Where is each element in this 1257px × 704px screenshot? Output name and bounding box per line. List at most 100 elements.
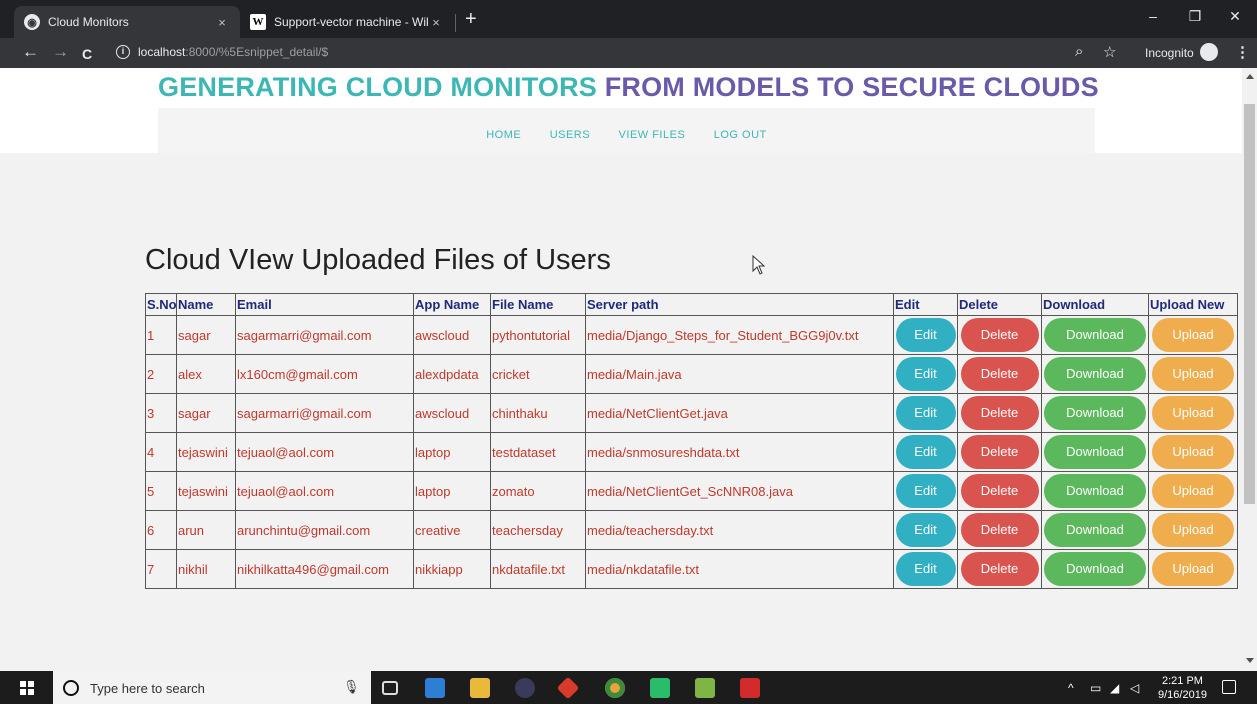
pycharm-icon[interactable]: [650, 678, 670, 698]
download-button[interactable]: Download: [1044, 396, 1146, 430]
upload-button[interactable]: Upload: [1152, 513, 1234, 547]
edit-button[interactable]: Edit: [895, 435, 956, 469]
upload-button[interactable]: Upload: [1152, 435, 1234, 469]
edit-button[interactable]: Edit: [895, 357, 956, 391]
upload-button[interactable]: Upload: [1152, 474, 1234, 508]
download-button[interactable]: Download: [1044, 513, 1146, 547]
edit-button[interactable]: Edit: [895, 552, 956, 586]
minimize-button[interactable]: –: [1143, 8, 1163, 24]
uploaded-files-table: S.No Name Email App Name File Name Serve…: [145, 293, 1238, 589]
table-header-row: S.No Name Email App Name File Name Serve…: [145, 293, 1238, 316]
edit-button[interactable]: Edit: [895, 396, 956, 430]
cell-sno: 6: [145, 510, 177, 550]
upload-button[interactable]: Upload: [1152, 396, 1234, 430]
upload-button[interactable]: Upload: [1152, 552, 1234, 586]
delete-button[interactable]: Delete: [960, 396, 1039, 430]
acrobat-icon[interactable]: [740, 678, 760, 698]
table-row: 5 tejaswini tejuaol@aol.com laptop zomat…: [145, 471, 1238, 511]
notepad-plus-icon[interactable]: [695, 678, 715, 698]
task-view-icon[interactable]: [382, 681, 398, 695]
edit-button[interactable]: Edit: [895, 318, 956, 352]
cell-sno: 7: [145, 549, 177, 589]
nav-view-files[interactable]: VIEW FILES: [619, 129, 686, 141]
tray-expand-icon[interactable]: ^: [1068, 681, 1074, 695]
battery-icon[interactable]: ▭: [1090, 681, 1101, 695]
scroll-up-icon[interactable]: [1246, 74, 1254, 79]
wifi-icon[interactable]: ◢: [1110, 681, 1119, 695]
vscode-icon[interactable]: [425, 678, 445, 698]
info-icon[interactable]: i: [116, 45, 130, 59]
table-row: 7 nikhil nikhilkatta496@gmail.com nikkia…: [145, 549, 1238, 589]
menu-icon[interactable]: ⋮: [1235, 43, 1250, 61]
cell-file-name: cricket: [490, 354, 586, 394]
delete-button[interactable]: Delete: [960, 318, 1039, 352]
reload-button[interactable]: C: [82, 45, 92, 63]
cell-upload: Upload: [1148, 471, 1238, 511]
notification-icon[interactable]: [1222, 680, 1236, 694]
delete-button[interactable]: Delete: [960, 552, 1039, 586]
browser-toolbar: ← → C i localhost:8000/%5Esnippet_detail…: [0, 38, 1257, 68]
clock-time: 2:21 PM: [1161, 675, 1203, 687]
taskbar-search-box[interactable]: Type here to search 🎙: [53, 671, 371, 704]
file-explorer-icon[interactable]: [470, 678, 490, 698]
back-button[interactable]: ←: [22, 43, 39, 61]
cell-email: tejuaol@aol.com: [235, 432, 414, 472]
delete-button[interactable]: Delete: [960, 474, 1039, 508]
cell-email: tejuaol@aol.com: [235, 471, 414, 511]
windows-start-icon[interactable]: [20, 681, 34, 695]
zoom-icon[interactable]: ⌕: [1075, 43, 1083, 60]
forward-button[interactable]: →: [52, 43, 69, 61]
download-button[interactable]: Download: [1044, 357, 1146, 391]
close-icon[interactable]: ×: [428, 15, 444, 30]
cell-server-path: media/NetClientGet_ScNNR08.java: [585, 471, 894, 511]
cell-download: Download: [1041, 354, 1149, 394]
taskbar-clock[interactable]: 2:21 PM 9/16/2019: [1158, 674, 1207, 702]
upload-button[interactable]: Upload: [1152, 357, 1234, 391]
eclipse-icon[interactable]: [515, 678, 535, 698]
cell-sno: 3: [145, 393, 177, 433]
incognito-icon[interactable]: [1200, 43, 1218, 61]
nav-log-out[interactable]: LOG OUT: [714, 129, 767, 141]
cell-file-name: pythontutorial: [490, 315, 586, 355]
page-scrollbar[interactable]: [1242, 68, 1257, 671]
restore-button[interactable]: ❐: [1185, 8, 1205, 25]
new-tab-button[interactable]: +: [465, 9, 477, 29]
delete-button[interactable]: Delete: [960, 513, 1039, 547]
nav-users[interactable]: USERS: [550, 129, 590, 141]
upload-button[interactable]: Upload: [1152, 318, 1234, 352]
download-button[interactable]: Download: [1044, 474, 1146, 508]
col-email: Email: [235, 293, 414, 316]
cell-name: nikhil: [176, 549, 236, 589]
download-button[interactable]: Download: [1044, 552, 1146, 586]
close-icon[interactable]: ×: [214, 15, 230, 30]
edit-button[interactable]: Edit: [895, 474, 956, 508]
tab-cloud-monitors[interactable]: ◉ Cloud Monitors ×: [14, 6, 240, 38]
edit-button[interactable]: Edit: [895, 513, 956, 547]
download-button[interactable]: Download: [1044, 318, 1146, 352]
tab-support-vector-machine[interactable]: W Support-vector machine - Wikipe ×: [240, 6, 454, 38]
scroll-thumb[interactable]: [1244, 104, 1255, 504]
col-name: Name: [176, 293, 236, 316]
address-bar[interactable]: localhost:8000/%5Esnippet_detail/$: [138, 45, 328, 59]
page-heading: Cloud VIew Uploaded Files of Users: [145, 244, 611, 276]
chrome-icon[interactable]: [605, 678, 625, 698]
cell-download: Download: [1041, 549, 1149, 589]
tab-title: Support-vector machine - Wikipe: [274, 15, 428, 29]
download-button[interactable]: Download: [1044, 435, 1146, 469]
star-icon[interactable]: ☆: [1103, 43, 1116, 61]
cortana-icon: [63, 680, 79, 696]
delete-button[interactable]: Delete: [960, 435, 1039, 469]
nav-home[interactable]: HOME: [486, 129, 521, 141]
volume-icon[interactable]: ◁: [1130, 681, 1139, 695]
microphone-icon[interactable]: 🎙: [343, 679, 360, 695]
scroll-down-icon[interactable]: [1246, 658, 1254, 663]
delete-button[interactable]: Delete: [960, 357, 1039, 391]
incognito-label: Incognito: [1145, 46, 1194, 60]
cell-app-name: nikkiapp: [413, 549, 491, 589]
cell-sno: 1: [145, 315, 177, 355]
window-close-button[interactable]: ✕: [1225, 8, 1245, 25]
cell-name: tejaswini: [176, 432, 236, 472]
cell-download: Download: [1041, 315, 1149, 355]
cell-app-name: awscloud: [413, 393, 491, 433]
red-app-icon[interactable]: [556, 676, 580, 700]
